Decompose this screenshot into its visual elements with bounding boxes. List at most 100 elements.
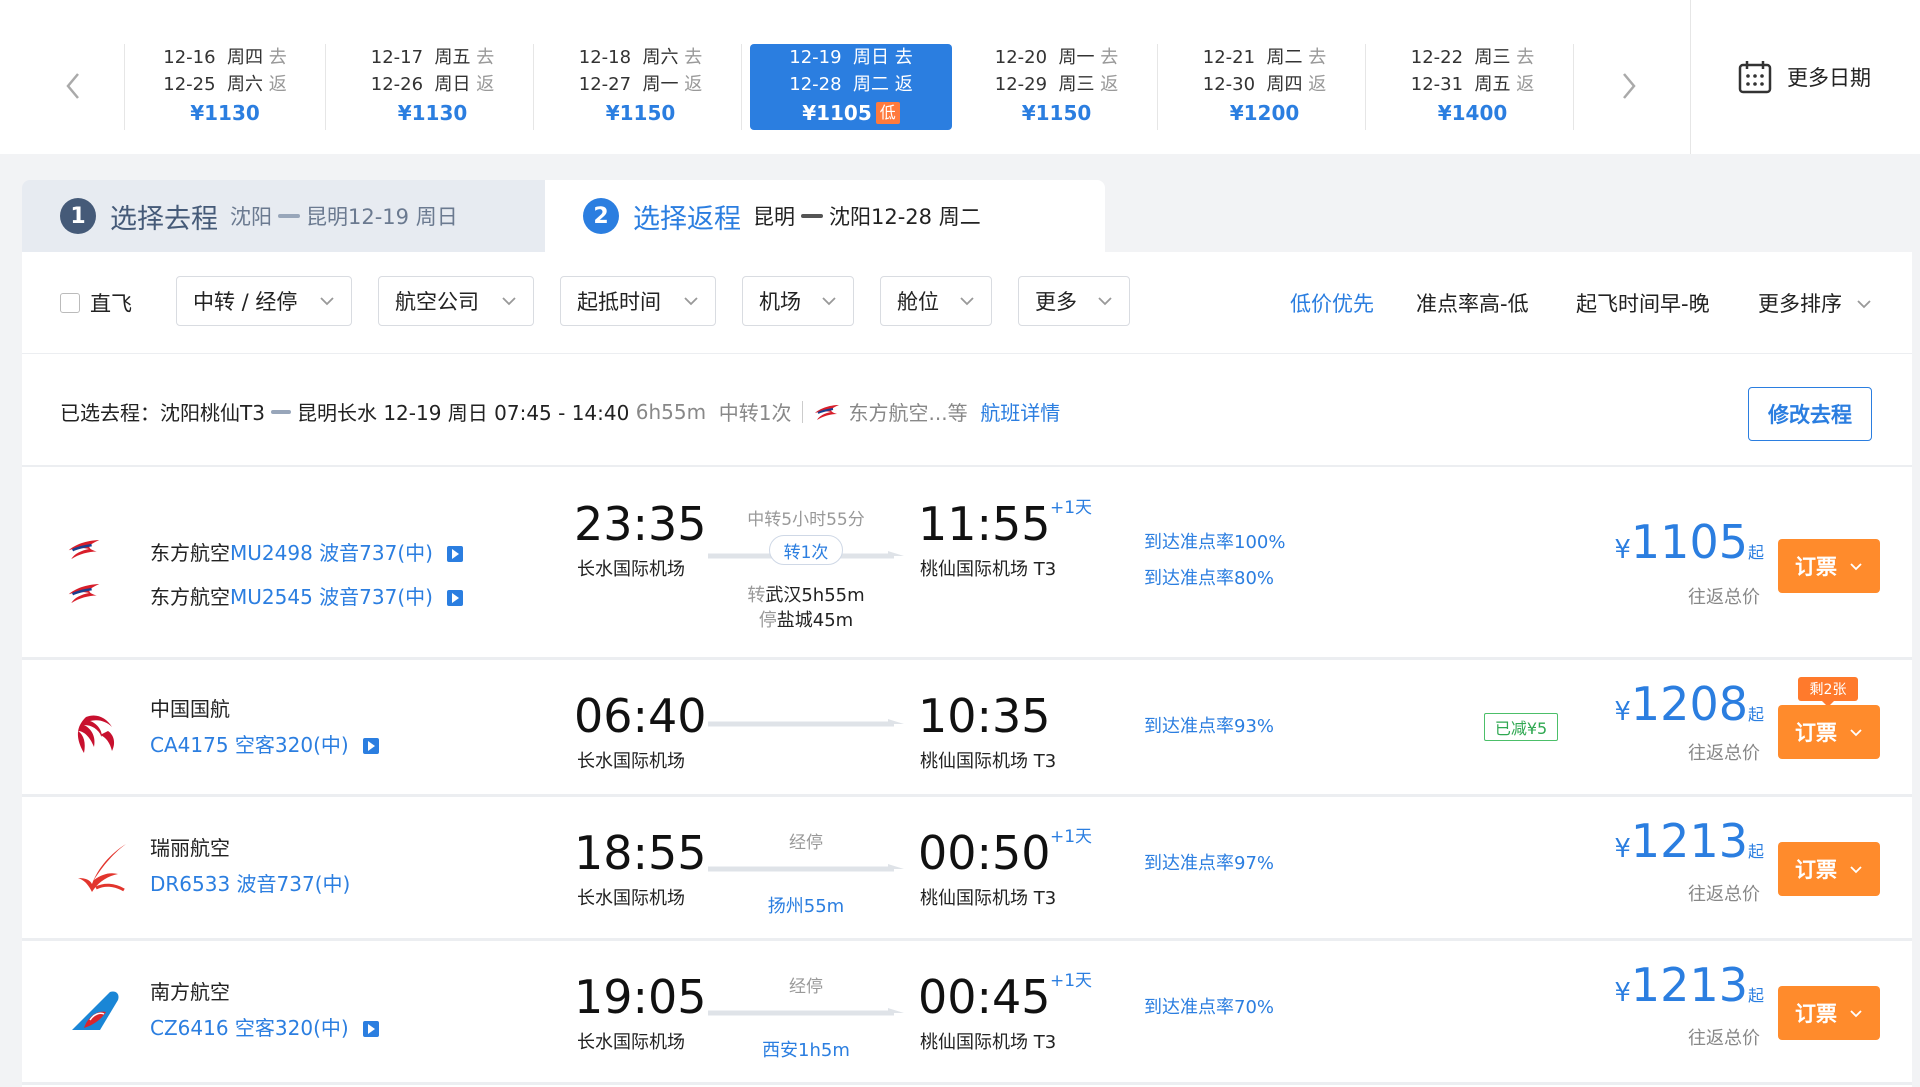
step-tabs: 1 选择去程 沈阳 昆明12-19 周日 2 选择返程 昆明 沈阳12-28 周二 (22, 180, 1912, 252)
chevron-down-icon (1098, 297, 1112, 306)
price-note: 往返总价 (1688, 743, 1760, 764)
flight-row[interactable]: 瑞丽航空 DR6533 波音737(中) 18:55 长水国际机场 经停 扬州5… (22, 800, 1912, 941)
arrival-time: 00:45 (918, 970, 1051, 1024)
date-price: ¥1400 (1437, 101, 1508, 125)
china-southern-logo-icon (72, 991, 119, 1030)
sort-low-price[interactable]: 低价优先 (1290, 288, 1374, 318)
play-icon[interactable] (446, 590, 463, 606)
checkbox-box[interactable] (60, 293, 80, 313)
book-button[interactable]: 订票 (1778, 539, 1880, 593)
plus-day-indicator: +1天 (1050, 971, 1093, 991)
sort-more-dropdown[interactable]: 更多排序 (1758, 288, 1872, 318)
date-price: ¥1150 (1021, 101, 1092, 125)
china-eastern-logo-icon (68, 540, 100, 560)
date-option[interactable]: 12-17 周五 去 12-26 周日 返 ¥1130 (332, 44, 534, 130)
price-note: 往返总价 (1688, 884, 1760, 905)
sort-ontime[interactable]: 准点率高-低 (1416, 288, 1529, 318)
arrival-time: 11:55 (918, 497, 1051, 551)
departure-airport: 长水国际机场 (577, 559, 685, 580)
chevron-down-icon (1850, 1009, 1862, 1017)
date-price: ¥1150 (605, 101, 676, 125)
stopover-label: 经停 (789, 977, 823, 997)
book-button[interactable]: 订票 (1778, 705, 1880, 759)
step-title: 选择返程 (633, 203, 741, 235)
chevron-down-icon (1850, 728, 1862, 736)
prev-dates-chevron-icon[interactable] (62, 66, 86, 106)
ruili-airlines-logo-icon (78, 844, 126, 892)
chevron-down-icon (502, 297, 516, 306)
route-line (708, 1004, 904, 1016)
airline-filter-dropdown[interactable]: 航空公司 (378, 276, 534, 326)
date-option[interactable]: 12-18 周六 去 12-27 周一 返 ¥1150 (540, 44, 742, 130)
chevron-down-icon (822, 297, 836, 306)
date-strip: 12-16 周四 去 12-25 周六 返 ¥1130 12-17 周五 去 1… (0, 0, 1920, 154)
date-option[interactable]: 12-20 周一 去 12-29 周三 返 ¥1150 (956, 44, 1158, 130)
chevron-down-icon (684, 297, 698, 306)
date-price: ¥1200 (1229, 101, 1300, 125)
direct-label: 直飞 (90, 292, 132, 316)
date-option[interactable]: 12-16 周四 去 12-25 周六 返 ¥1130 (124, 44, 326, 130)
play-icon[interactable] (446, 546, 463, 562)
stopover-label: 经停 (789, 833, 823, 853)
book-button[interactable]: 订票 (1778, 842, 1880, 896)
chevron-down-icon (1857, 300, 1871, 309)
play-icon[interactable] (362, 738, 379, 754)
airline-name: 中国国航 (150, 697, 230, 721)
tab-select-departure[interactable]: 1 选择去程 沈阳 昆明12-19 周日 (22, 180, 545, 252)
date-price: ¥1105 低 (750, 98, 952, 128)
date-option-selected[interactable]: 12-19 周日 去 12-28 周二 返 ¥1105 低 (750, 44, 952, 130)
date-list: 12-16 周四 去 12-25 周六 返 ¥1130 12-17 周五 去 1… (124, 0, 1584, 154)
arrival-time: 10:35 (918, 689, 1051, 743)
chevron-down-icon (1850, 562, 1862, 570)
cabin-filter-dropdown[interactable]: 舱位 (880, 276, 992, 326)
tab-select-return[interactable]: 2 选择返程 昆明 沈阳12-28 周二 (545, 180, 1105, 252)
next-dates-chevron-icon[interactable] (1616, 66, 1640, 106)
departure-airport: 长水国际机场 (577, 888, 685, 909)
price: ¥1105起 (1614, 515, 1764, 569)
transfer-count-badge[interactable]: 转1次 (769, 535, 843, 565)
more-dates-button[interactable]: 更多日期 (1690, 0, 1920, 154)
price: ¥1213起 (1614, 814, 1764, 868)
ontime-rate: 到达准点率93% (1144, 716, 1275, 737)
transfer-filter-dropdown[interactable]: 中转 / 经停 (176, 276, 352, 326)
airport-filter-dropdown[interactable]: 机场 (742, 276, 854, 326)
departure-time: 06:40 (574, 689, 707, 743)
step-number: 1 (60, 198, 96, 234)
transfer-duration: 中转5小时55分 (747, 510, 865, 530)
ontime-rate: 到达准点率70% (1144, 997, 1275, 1018)
departure-airport: 长水国际机场 (577, 751, 685, 772)
departure-time: 23:35 (574, 497, 707, 551)
direct-only-checkbox[interactable]: 直飞 (60, 288, 132, 318)
book-button[interactable]: 订票 (1778, 986, 1880, 1040)
flight-row[interactable]: 东方航空MU2498 波音737(中) 东方航空MU2545 波音737(中) … (22, 469, 1912, 660)
stopover-city[interactable]: 扬州55m (708, 892, 904, 918)
date-option[interactable]: 12-22 周三 去 12-31 周五 返 ¥1400 (1372, 44, 1574, 130)
stopover-city[interactable]: 西安1h5m (708, 1036, 904, 1062)
air-china-logo-icon (77, 715, 115, 753)
departure-airport: 长水国际机场 (577, 1032, 685, 1053)
flight-details-link[interactable]: 航班详情 (980, 397, 1060, 426)
chevron-down-icon (320, 297, 334, 306)
price-note: 往返总价 (1688, 587, 1760, 608)
play-icon[interactable] (362, 1021, 379, 1037)
route-line (708, 860, 904, 872)
discount-badge: 已减¥5 (1484, 713, 1558, 741)
step-route: 昆明 沈阳12-28 周二 (753, 205, 981, 229)
airline-name: 南方航空 (150, 980, 230, 1004)
edit-outbound-button[interactable]: 修改去程 (1748, 387, 1872, 441)
china-eastern-logo-icon (814, 404, 839, 420)
ontime-rate: 到达准点率100% 到达准点率80% (1144, 532, 1286, 589)
ontime-rate: 到达准点率97% (1144, 853, 1275, 874)
time-filter-dropdown[interactable]: 起抵时间 (560, 276, 716, 326)
filter-bar: 直飞 中转 / 经停 航空公司 起抵时间 机场 舱位 更多 低价优先 准点率高-… (22, 252, 1912, 354)
airline-leg2: 东方航空MU2545 波音737(中) (150, 581, 463, 610)
airline-leg1: 东方航空MU2498 波音737(中) (150, 537, 463, 566)
selected-outbound-bar: 已选去程： 沈阳桃仙T3 昆明长水 12-19 周日 07:45 - 14:40… (22, 355, 1912, 467)
date-option[interactable]: 12-21 周二 去 12-30 周四 返 ¥1200 (1164, 44, 1366, 130)
more-filter-dropdown[interactable]: 更多 (1018, 276, 1130, 326)
chevron-down-icon (1850, 865, 1862, 873)
date-price: ¥1130 (190, 101, 260, 125)
sort-departure-time[interactable]: 起飞时间早-晚 (1576, 288, 1710, 318)
flight-row[interactable]: 南方航空 CZ6416 空客320(中) 19:05 长水国际机场 经停 西安1… (22, 944, 1912, 1085)
flight-row[interactable]: 中国国航 CA4175 空客320(中) 06:40 长水国际机场 10:35 … (22, 663, 1912, 797)
